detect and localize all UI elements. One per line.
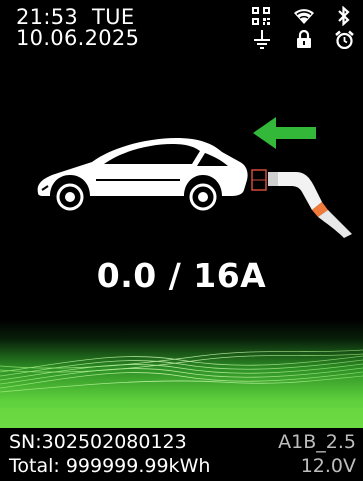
- time-row: 21:53 TUE: [16, 7, 139, 28]
- footer-row-serial: SN:302502080123 A1B_2.5: [9, 430, 356, 454]
- voltage-reading: 12.0V: [300, 455, 356, 477]
- datetime-block: 21:53 TUE 10.06.2025: [16, 7, 139, 49]
- wifi-icon[interactable]: [293, 7, 315, 25]
- serial-number: SN:302502080123: [9, 431, 187, 453]
- charging-port-icon: [251, 169, 267, 191]
- energy-wave: [0, 320, 363, 428]
- charging-plug-icon: [268, 172, 352, 238]
- qr-code-icon[interactable]: [251, 6, 271, 26]
- direction-arrow-icon: [253, 117, 316, 149]
- footer-row-energy: Total: 999999.99kWh 12.0V: [9, 454, 356, 478]
- bluetooth-icon[interactable]: [337, 6, 351, 26]
- status-icons: [251, 6, 355, 50]
- time-text: 21:53: [16, 5, 79, 29]
- weekday-text: TUE: [92, 5, 135, 29]
- date-text: 10.06.2025: [16, 26, 140, 50]
- total-energy: Total: 999999.99kWh: [9, 455, 211, 477]
- current-reading: 0.0 / 16A: [96, 256, 267, 295]
- device-info-footer: SN:302502080123 A1B_2.5 Total: 999999.99…: [0, 428, 363, 481]
- car-icon: [37, 138, 248, 213]
- lock-icon[interactable]: [296, 30, 312, 49]
- model-code: A1B_2.5: [278, 431, 356, 453]
- alarm-clock-icon[interactable]: [335, 30, 354, 49]
- charging-illustration: [37, 117, 352, 238]
- ground-icon: [254, 30, 270, 49]
- charger-display: 21:53 TUE 10.06.2025 0.0 / 16A SN:302502…: [0, 0, 363, 481]
